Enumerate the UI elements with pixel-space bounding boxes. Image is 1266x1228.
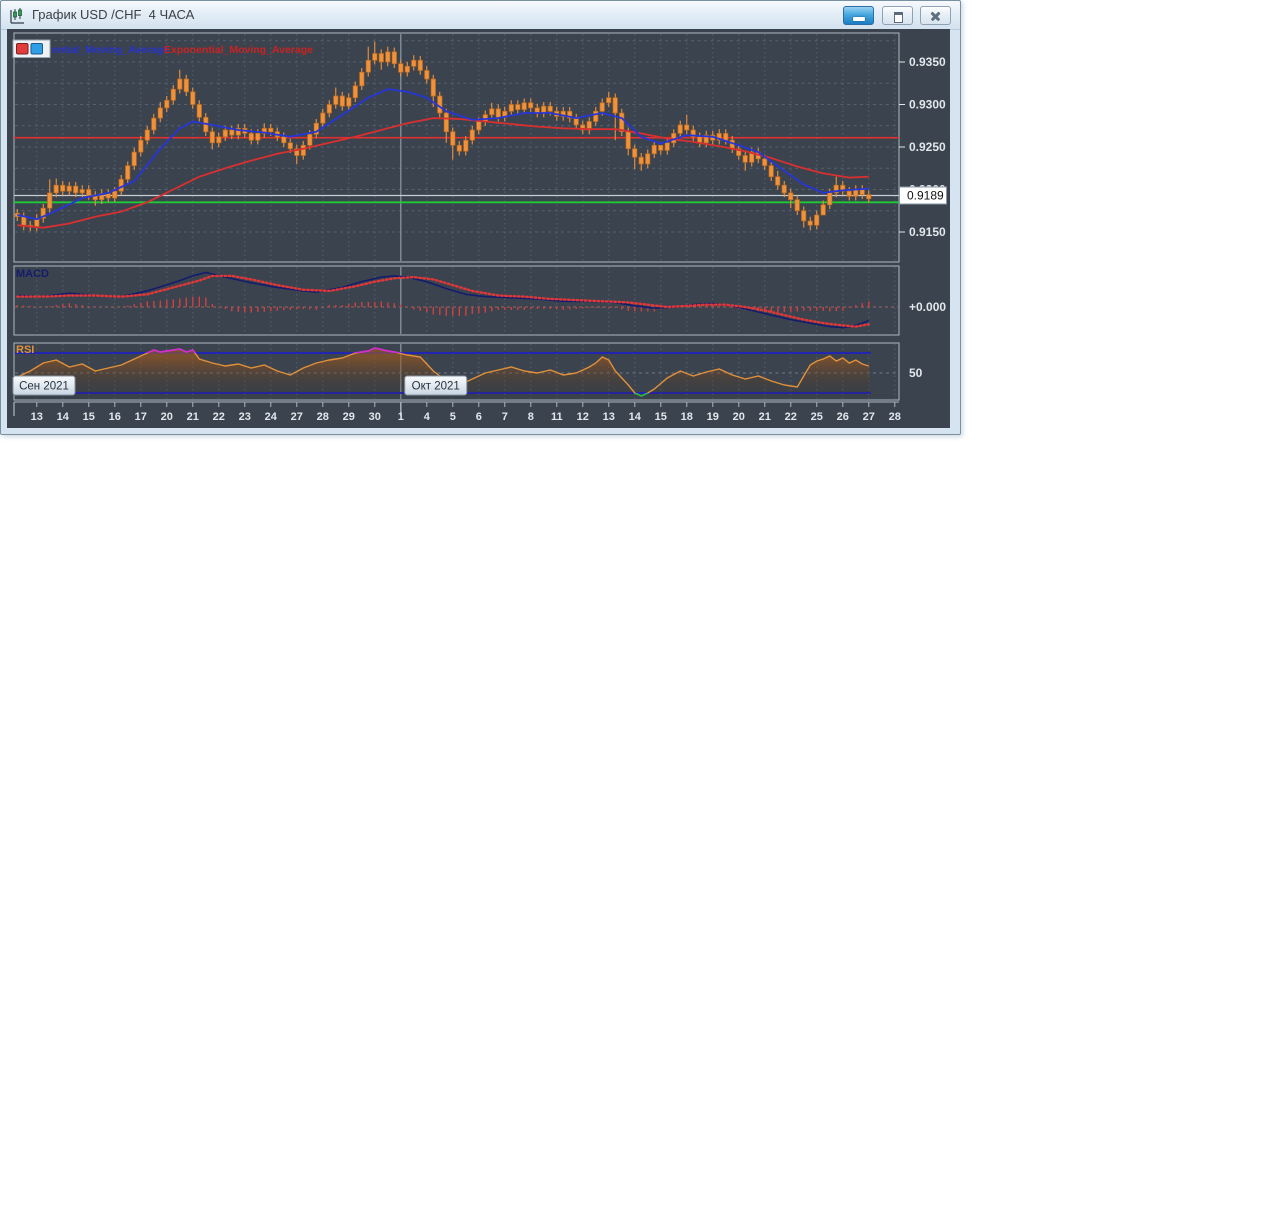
date-label: 12 [577,411,589,423]
date-label: 14 [57,411,70,423]
current-price-value: 0.9189 [907,189,944,203]
date-label: 19 [707,411,719,423]
date-label: 14 [629,411,642,423]
date-label: 7 [502,411,508,423]
chart-canvas[interactable]: 13 14 15 16 17 20 21 22 23 24 27 28 29 30 1 4 5 6 7 8 11 12 13… [7,29,950,428]
date-label: 27 [863,411,875,423]
date-label: 25 [811,411,823,423]
macd-line [17,271,870,329]
date-label: 1 [398,411,404,423]
date-label: 20 [161,411,173,423]
date-label: 11 [551,411,563,423]
date-label: 17 [135,411,147,423]
date-label: 30 [369,411,381,423]
rsi-panel-label: RSI [16,344,34,356]
grid-layer [15,34,898,399]
ema-fast-legend-label: ential_Moving_Average [52,44,169,56]
legend-blue-button[interactable] [30,43,43,55]
chart-window: График USD /CHF 4 ЧАСА 13 14 15 16 17 20 21 22 2… [0,0,961,435]
date-label: 21 [187,411,199,423]
date-label: 18 [681,411,693,423]
restore-icon [893,12,903,23]
macd-panel-border [13,265,900,336]
date-label: 28 [317,411,329,423]
candlestick-chart-icon [10,8,24,24]
date-label: 21 [759,411,771,423]
date-label: 27 [291,411,303,423]
date-label: 8 [528,411,534,423]
macd-zero-label: +0.000 [909,300,946,314]
month-marker-label: Сен 2021 [19,381,69,393]
window-title: График USD /CHF 4 ЧАСА [32,7,195,22]
date-label: 16 [109,411,121,423]
date-label: 29 [343,411,355,423]
restore-button[interactable] [881,6,913,25]
rsi-level-label: 50 [909,366,923,380]
window-controls [840,6,951,26]
close-button[interactable] [920,6,951,25]
date-label: 15 [83,411,95,423]
date-label: 28 [889,411,901,423]
month-marker: Сен 2021 [12,375,76,396]
month-marker: Окт 2021 [404,375,468,396]
date-label: 4 [424,411,431,423]
price-tick-label: 0.9300 [909,98,946,112]
price-tick-label: 0.9350 [909,55,946,69]
price-axis: 0.93500.93000.92500.92000.91500.9189+0.0… [899,55,947,380]
date-label: 20 [733,411,745,423]
date-axis: 13 14 15 16 17 20 21 22 23 24 27 28 29 30 1 4 5 6 7 8 11 12 13… [13,401,901,423]
date-label: 26 [837,411,849,423]
legend-red-button[interactable] [16,43,29,55]
date-label: 23 [239,411,251,423]
date-label: 6 [476,411,482,423]
date-label: 22 [213,411,225,423]
month-marker-label: Окт 2021 [412,381,460,393]
date-label: 13 [31,411,43,423]
price-tick-label: 0.9250 [909,140,946,154]
date-label: 22 [785,411,797,423]
indicator-legend: ential_Moving_AverageExponential_Moving_… [12,39,313,58]
window-titlebar[interactable]: График USD /CHF 4 ЧАСА [1,1,960,30]
date-label: 13 [603,411,615,423]
date-label: 5 [450,411,456,423]
minimize-icon [853,17,866,21]
price-tick-label: 0.9150 [909,225,946,239]
date-label: 24 [265,411,278,423]
date-label: 15 [655,411,667,423]
minimize-button[interactable] [843,6,875,25]
macd-panel-label: MACD [16,268,49,280]
macd-signal-line [16,274,870,328]
ema-slow-legend-label: Exponential_Moving_Average [164,44,313,56]
